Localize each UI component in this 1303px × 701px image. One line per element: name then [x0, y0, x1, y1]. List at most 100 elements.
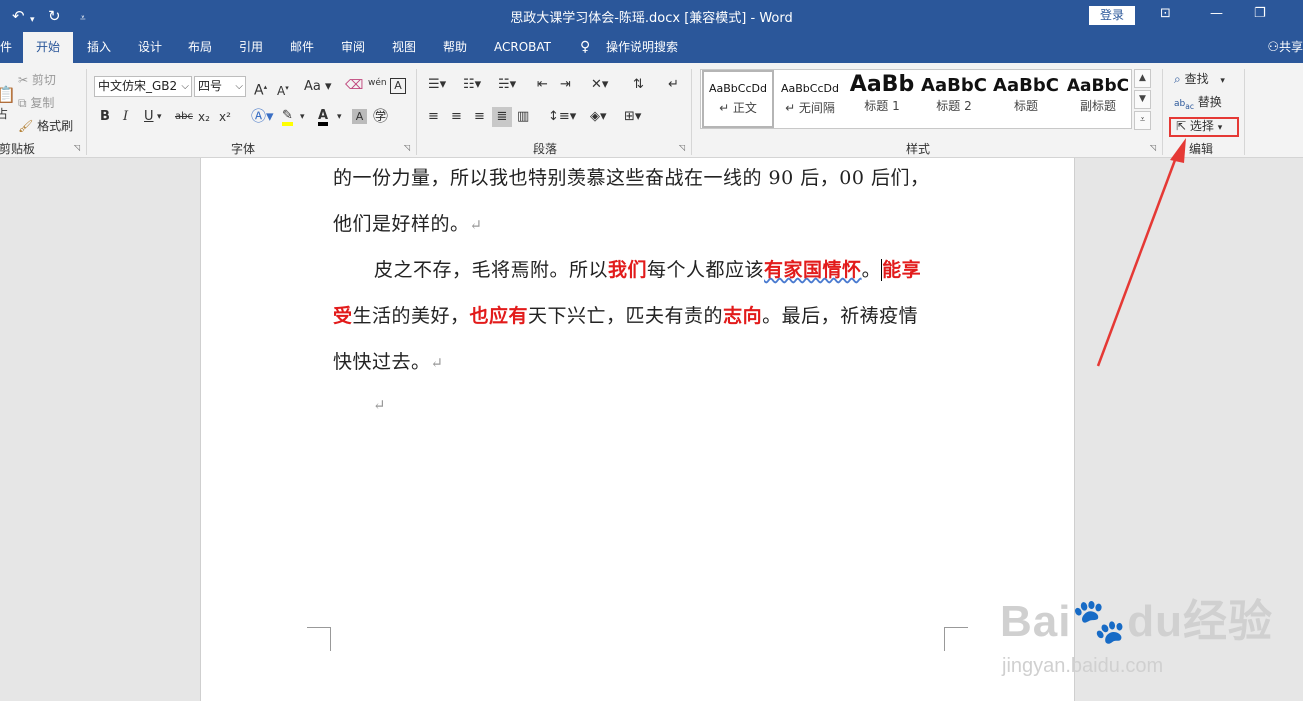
copy-button[interactable]: ⧉ 复制	[18, 94, 54, 111]
style-name: 标题	[1013, 99, 1038, 113]
bold-button[interactable]: B	[100, 109, 110, 125]
shading-icon[interactable]: ◈▾	[590, 109, 607, 125]
chevron-down-icon[interactable]: ▾	[300, 109, 305, 125]
highlight-icon[interactable]: ✎	[282, 108, 293, 126]
styles-launcher-icon[interactable]: ◹	[1150, 143, 1156, 152]
document-page[interactable]: 的一份力量，所以我也特别羡慕这些奋战在一线的 90 后，00 后们， 他们是好样…	[200, 158, 1075, 701]
superscript-button[interactable]: x²	[219, 109, 231, 125]
font-launcher-icon[interactable]: ◹	[404, 143, 410, 152]
editing-group-label: 编辑	[1189, 142, 1214, 156]
justify-icon[interactable]: ≣	[492, 107, 512, 127]
replace-button[interactable]: abac 替换	[1174, 93, 1222, 111]
chevron-down-icon: ⌵	[235, 81, 243, 92]
style-heading-1[interactable]: AaBb 标题 1	[846, 70, 918, 128]
restore-icon[interactable]: ❐	[1254, 6, 1266, 21]
doc-text-red: 志向	[723, 305, 763, 327]
chinese-layout-icon[interactable]: ✕▾	[591, 77, 608, 93]
shrink-font-button[interactable]: A▾	[277, 80, 289, 99]
line-spacing-icon[interactable]: ↕≡▾	[548, 109, 576, 125]
shrink-font-label: A	[277, 84, 286, 98]
style-title[interactable]: AaBbC 标题	[990, 70, 1062, 128]
font-name-combo[interactable]: 中文仿宋_GB2 ⌵	[94, 76, 192, 97]
share-button[interactable]: ⚇共享	[1267, 32, 1303, 63]
chevron-down-icon[interactable]: ▾	[157, 109, 162, 125]
numbering-icon[interactable]: ☷▾	[463, 77, 481, 93]
doc-line-2: 他们是好样的。↵	[333, 209, 483, 236]
styles-group-label: 样式	[906, 142, 931, 156]
borders-icon[interactable]: ⊞▾	[624, 109, 641, 125]
search-icon: ⌕	[1174, 72, 1181, 86]
chevron-down-icon[interactable]: ▾	[337, 109, 342, 125]
find-button[interactable]: ⌕ 查找 ▾	[1174, 70, 1225, 87]
format-painter-button[interactable]: 🖌 格式刷	[18, 117, 73, 134]
styles-gallery: AaBbCcDd ↵ 正文 AaBbCcDd ↵ 无间隔 AaBb 标题 1 A…	[700, 69, 1132, 129]
tab-layout[interactable]: 布局	[188, 32, 212, 63]
font-size-combo[interactable]: 四号 ⌵	[194, 76, 246, 97]
minimize-icon[interactable]: —	[1210, 6, 1223, 21]
style-heading-2[interactable]: AaBbC 标题 2	[918, 70, 990, 128]
tab-home[interactable]: 开始	[23, 32, 73, 63]
italic-button[interactable]: I	[123, 109, 128, 125]
character-shading-icon[interactable]: A	[352, 109, 367, 124]
styles-scroll-up-icon[interactable]: ▲	[1134, 69, 1151, 88]
multilevel-list-icon[interactable]: ☵▾	[498, 77, 516, 93]
styles-more-icon[interactable]: ⩡	[1134, 111, 1151, 130]
style-name: ↵ 正文	[719, 101, 757, 115]
tab-design[interactable]: 设计	[138, 32, 162, 63]
grow-font-button[interactable]: A▴	[254, 79, 267, 99]
enclose-characters-icon[interactable]: ㊫	[373, 108, 388, 124]
clipboard-launcher-icon[interactable]: ◹	[74, 143, 80, 152]
align-right-icon[interactable]: ≡	[474, 109, 485, 125]
ribbon-tabs: 件 开始 插入 设计 布局 引用 邮件 审阅 视图 帮助 ACROBAT ♀ 操…	[0, 32, 1303, 63]
paste-icon[interactable]: 📋	[0, 85, 16, 104]
phonetic-guide-button[interactable]: wén	[368, 75, 387, 91]
phonetic-guide-label: wén	[368, 78, 387, 88]
align-left-icon[interactable]: ≡	[428, 109, 439, 125]
style-name: 副标题	[1079, 99, 1116, 113]
tab-review[interactable]: 审阅	[341, 32, 365, 63]
text-effects-icon[interactable]: Ⓐ▾	[251, 108, 274, 124]
divider	[86, 69, 87, 155]
font-group-label: 字体	[231, 142, 256, 156]
bullets-icon[interactable]: ☰▾	[428, 77, 446, 93]
distributed-icon[interactable]: ▥	[517, 109, 529, 125]
style-subtitle[interactable]: AaBbC 副标题	[1062, 70, 1134, 128]
watermark-url: jingyan.baidu.com	[1002, 655, 1164, 677]
clear-formatting-icon[interactable]: ⌫	[345, 78, 363, 94]
underline-button[interactable]: U	[144, 109, 154, 125]
paste-label[interactable]: 占	[0, 105, 8, 122]
tell-me-search[interactable]: 操作说明搜索	[606, 32, 678, 63]
style-no-spacing[interactable]: AaBbCcDd ↵ 无间隔	[774, 70, 846, 128]
doc-text: 皮之不存，毛将焉附。所以	[374, 259, 609, 281]
style-sample: AaBbCcDd	[709, 82, 767, 95]
strikethrough-button[interactable]: abc	[175, 109, 193, 125]
style-name: ↵ 无间隔	[785, 101, 835, 115]
doc-text: 快快过去。	[333, 351, 431, 373]
change-case-button[interactable]: Aa ▾	[304, 79, 332, 95]
style-normal[interactable]: AaBbCcDd ↵ 正文	[702, 70, 774, 128]
login-button[interactable]: 登录	[1089, 6, 1135, 25]
styles-scroll-down-icon[interactable]: ▼	[1134, 90, 1151, 109]
doc-line-3: 皮之不存，毛将焉附。所以我们每个人都应该有家国情怀。能享	[374, 255, 921, 282]
increase-indent-icon[interactable]: ⇥	[560, 77, 571, 93]
tab-view[interactable]: 视图	[392, 32, 416, 63]
align-center-icon[interactable]: ≡	[451, 109, 462, 125]
tab-insert[interactable]: 插入	[87, 32, 111, 63]
replace-label: 替换	[1197, 95, 1222, 109]
brush-icon: 🖌	[18, 119, 34, 133]
tab-references[interactable]: 引用	[239, 32, 263, 63]
show-marks-icon[interactable]: ↵	[668, 77, 679, 93]
ribbon-display-options-icon[interactable]: ⊡	[1160, 6, 1171, 21]
tab-help[interactable]: 帮助	[443, 32, 467, 63]
decrease-indent-icon[interactable]: ⇤	[537, 77, 548, 93]
tab-mailings[interactable]: 邮件	[290, 32, 314, 63]
subscript-button[interactable]: x₂	[198, 109, 210, 125]
font-color-icon[interactable]: A	[318, 108, 329, 126]
doc-text: 的一份力量，所以我也特别羡慕这些奋战在一线的 90 后，00 后们，	[333, 167, 930, 189]
tab-file[interactable]: 件	[0, 32, 12, 63]
sort-icon[interactable]: ⇅	[633, 77, 644, 93]
tab-acrobat[interactable]: ACROBAT	[494, 32, 551, 63]
cut-button[interactable]: ✂ 剪切	[18, 71, 56, 88]
character-border-icon[interactable]: A	[390, 78, 406, 94]
paragraph-launcher-icon[interactable]: ◹	[679, 143, 685, 152]
